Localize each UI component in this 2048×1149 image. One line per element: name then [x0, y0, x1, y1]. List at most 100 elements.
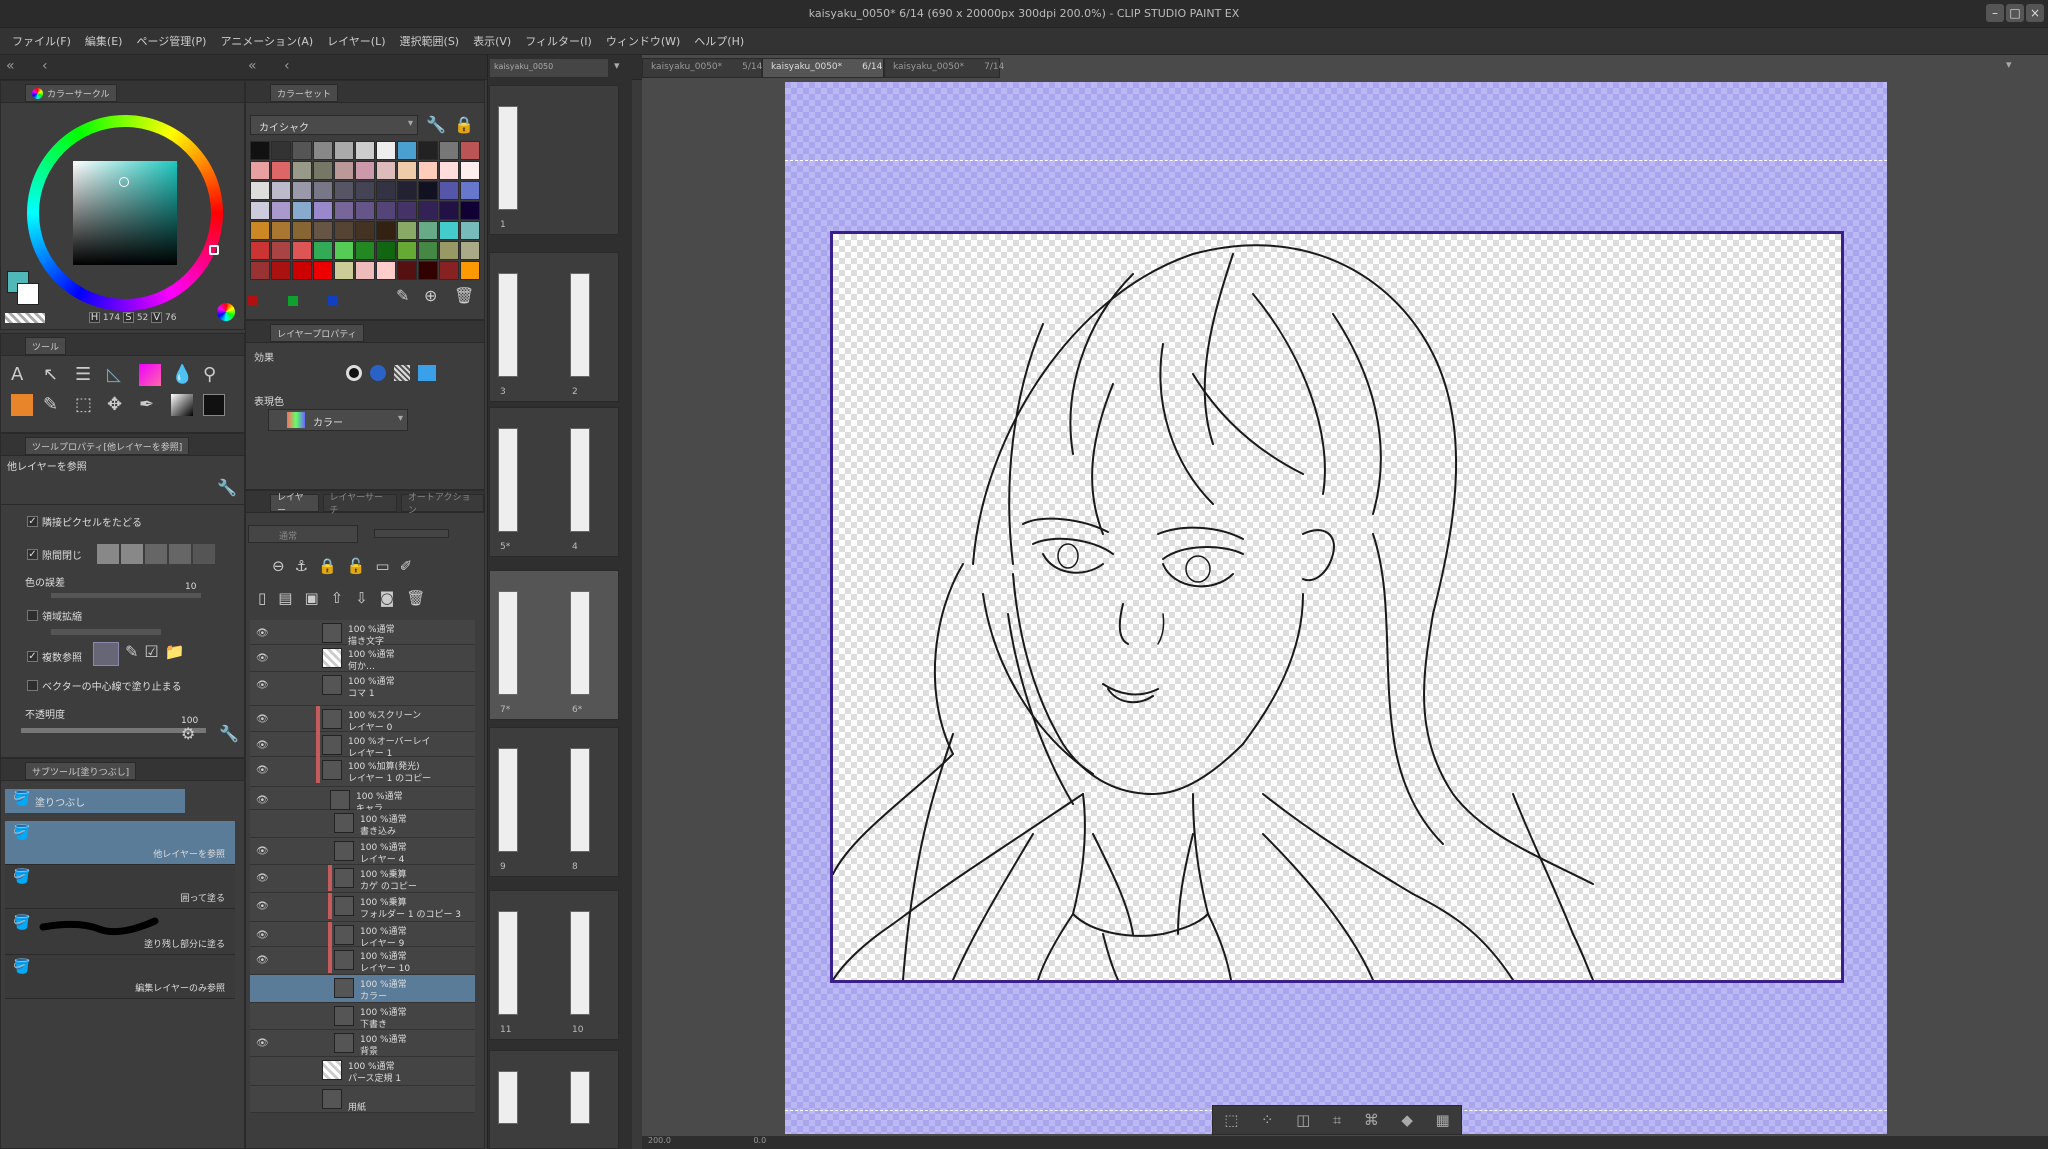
visibility-eye-icon[interactable]: 👁: [256, 680, 270, 691]
color-swatch[interactable]: [355, 221, 375, 240]
transparent-color-swatch[interactable]: [5, 313, 45, 323]
opt-close-gap[interactable]: ✓ 隙間閉じ: [27, 547, 82, 562]
blend-mode-dropdown[interactable]: 通常: [248, 525, 358, 543]
opt-expand[interactable]: 領域拡縮: [27, 608, 82, 623]
layer-row[interactable]: 100 %乗算 フォルダー 1 のコピー 3: [250, 893, 475, 922]
page-thumbnail[interactable]: [498, 1071, 518, 1124]
crop-icon[interactable]: ⌗: [1333, 1111, 1341, 1129]
color-swatch[interactable]: [460, 261, 480, 280]
layer-row[interactable]: 100 %通常 キャラ: [250, 787, 475, 814]
menu-page[interactable]: ページ管理(P): [136, 33, 206, 49]
color-swatch[interactable]: [250, 261, 270, 280]
menu-file[interactable]: ファイル(F): [12, 33, 71, 49]
color-swatch[interactable]: [460, 201, 480, 220]
maximize-button[interactable]: □: [2006, 4, 2024, 22]
color-swatch[interactable]: [376, 181, 396, 200]
canvas-tab-2[interactable]: kaisyaku_0050* 7/14: [884, 58, 1004, 78]
expand-slider[interactable]: [51, 629, 161, 635]
color-swatch[interactable]: [376, 221, 396, 240]
chevron-left-icon[interactable]: ‹: [42, 58, 48, 74]
color-swatch[interactable]: [271, 161, 291, 180]
visibility-eye-icon[interactable]: 👁: [256, 901, 270, 912]
color-swatch[interactable]: [460, 141, 480, 160]
visibility-eye-icon[interactable]: 👁: [256, 873, 270, 884]
color-swatch[interactable]: [250, 221, 270, 240]
color-swatch[interactable]: [271, 241, 291, 260]
color-swatch[interactable]: [271, 181, 291, 200]
wrench-icon[interactable]: 🔧: [217, 478, 237, 497]
color-swatch-grid[interactable]: [250, 141, 480, 280]
sv-handle[interactable]: [119, 177, 129, 187]
color-swatch[interactable]: [397, 181, 417, 200]
color-swatch[interactable]: [355, 261, 375, 280]
page-thumbnail[interactable]: [570, 1071, 590, 1124]
color-swatch[interactable]: [397, 221, 417, 240]
visibility-eye-icon[interactable]: 👁: [256, 714, 270, 725]
layer-row[interactable]: 100 %オーバーレイ レイヤー 1: [250, 732, 475, 759]
page-spread[interactable]: 5* 4: [489, 407, 619, 557]
reference-layer-icon[interactable]: ▭: [375, 557, 389, 575]
gap-level-selector[interactable]: [97, 544, 215, 564]
expand-selection-icon[interactable]: ⌘: [1364, 1111, 1379, 1129]
tab-color-set[interactable]: カラーセット: [270, 84, 339, 102]
color-swatch[interactable]: [292, 261, 312, 280]
border-effect-icon[interactable]: [346, 365, 362, 381]
color-swatch[interactable]: [439, 221, 459, 240]
color-swatch[interactable]: [313, 181, 333, 200]
blend-tool-icon[interactable]: 💧: [171, 364, 203, 386]
color-swatch[interactable]: [397, 161, 417, 180]
color-swatch[interactable]: [334, 161, 354, 180]
select-tool-icon[interactable]: ↖: [43, 364, 75, 386]
color-tolerance-slider[interactable]: [51, 593, 201, 598]
color-swatch[interactable]: [355, 201, 375, 220]
opacity-slider[interactable]: [21, 728, 206, 733]
sub-color-swatch[interactable]: [17, 283, 39, 305]
color-mode-icon[interactable]: [217, 303, 235, 321]
watercolor-effect-icon[interactable]: [370, 365, 386, 381]
eyedropper-tool-icon[interactable]: ✎: [43, 394, 75, 416]
color-swatch[interactable]: [313, 161, 333, 180]
layer-row[interactable]: 100 %通常 パース定規 1: [250, 1057, 475, 1086]
color-swatch[interactable]: [418, 261, 438, 280]
page-thumbnail[interactable]: [570, 911, 590, 1015]
tab-tool[interactable]: ツール: [25, 337, 67, 355]
fill-selection-icon[interactable]: ◆: [1401, 1111, 1413, 1129]
color-swatch[interactable]: [250, 161, 270, 180]
color-swatch[interactable]: [292, 141, 312, 160]
delete-layer-icon[interactable]: 🗑: [406, 589, 425, 607]
layer-row[interactable]: 100 %スクリーン レイヤー 0: [250, 706, 475, 733]
frame-tool-icon[interactable]: ☰: [75, 364, 107, 386]
menu-animation[interactable]: アニメーション(A): [220, 33, 313, 49]
color-swatch[interactable]: [376, 141, 396, 160]
color-swatch[interactable]: [418, 201, 438, 220]
lineart-illustration[interactable]: [833, 234, 1841, 980]
visibility-eye-icon[interactable]: 👁: [256, 1038, 270, 1049]
color-swatch[interactable]: [355, 141, 375, 160]
page-thumbnail[interactable]: [570, 748, 590, 852]
color-swatch[interactable]: [439, 181, 459, 200]
draft-layer-icon[interactable]: ✐: [400, 557, 413, 575]
add-color-icon[interactable]: ⊕: [424, 286, 437, 305]
layer-row[interactable]: 100 %通常 コマ 1: [250, 672, 475, 706]
page-thumbnail[interactable]: [498, 273, 518, 377]
canvas-tabs-chevron-icon[interactable]: ▾: [2006, 58, 2012, 71]
sub-tool-item-1[interactable]: 🪣 囲って塗る: [5, 865, 235, 909]
close-button[interactable]: ×: [2026, 4, 2044, 22]
color-swatch[interactable]: [313, 241, 333, 260]
layer-row[interactable]: 100 %通常 レイヤー 4: [250, 838, 475, 865]
chevron-left-icon-2[interactable]: ‹: [284, 58, 290, 74]
color-swatch[interactable]: [460, 161, 480, 180]
tab-layer-search[interactable]: レイヤーサーチ: [322, 493, 397, 516]
add-color-eyedropper-icon[interactable]: ✎: [396, 286, 409, 305]
page-spread[interactable]: 98: [489, 727, 619, 877]
color-swatch[interactable]: [418, 141, 438, 160]
color-swatch[interactable]: [439, 241, 459, 260]
sub-tool-group[interactable]: 塗りつぶし: [5, 789, 185, 813]
color-swatch[interactable]: [397, 261, 417, 280]
visibility-eye-icon[interactable]: 👁: [256, 930, 270, 941]
ruler-tool-icon[interactable]: ◺: [107, 364, 139, 386]
visibility-eye-icon[interactable]: 👁: [256, 795, 270, 806]
color-set-settings-icon[interactable]: 🔧: [426, 115, 446, 134]
color-swatch[interactable]: [397, 201, 417, 220]
gradient-tool-icon[interactable]: [139, 364, 161, 386]
